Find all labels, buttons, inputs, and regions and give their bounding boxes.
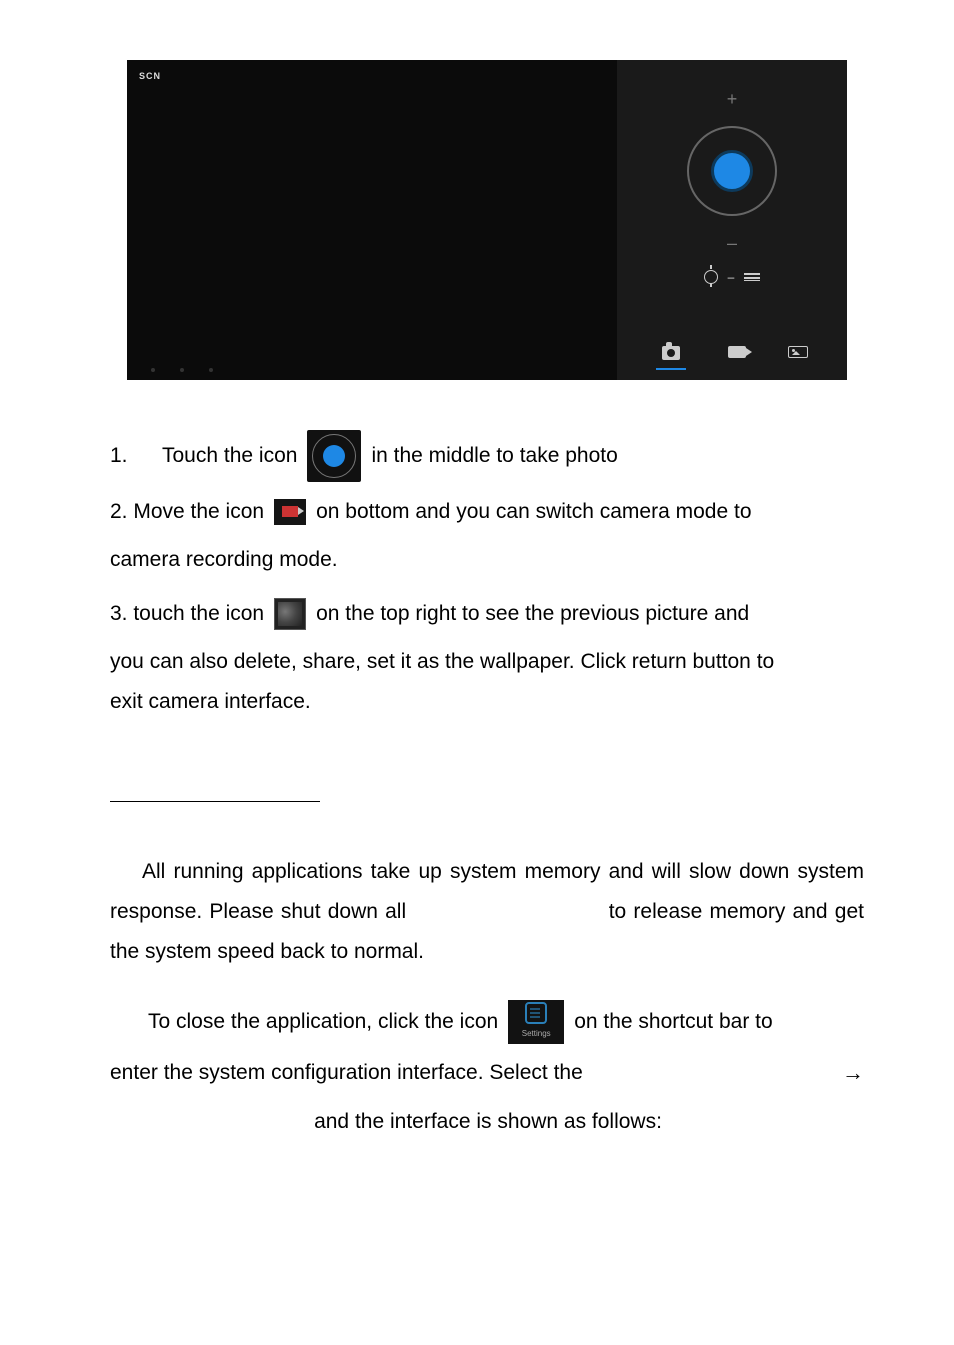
p2-d-hidden: Running — [230, 1110, 308, 1133]
video-mode-icon — [274, 499, 306, 525]
list-number: 1. — [110, 436, 138, 476]
tab-camera[interactable] — [656, 346, 686, 370]
p2-e: and the interface is shown as follows: — [314, 1110, 662, 1133]
scn-badge: SCN — [139, 68, 161, 85]
p2-b: on the shortcut bar to — [574, 1002, 772, 1042]
settings-icon: Settings — [508, 1000, 564, 1044]
brightness-row: – — [704, 266, 761, 289]
shutter-icon — [307, 430, 361, 482]
instruction-2-text-b: on bottom and you can switch camera mode… — [316, 492, 751, 532]
instruction-3-text-d: exit camera interface. — [110, 682, 864, 722]
zoom-in-icon[interactable]: + — [727, 90, 738, 108]
p1-b-hidden: running applications — [413, 900, 601, 923]
brightness-dash: – — [728, 266, 735, 289]
p2-a: To close the application, click the icon — [148, 1002, 498, 1042]
gallery-thumbnail-icon — [274, 598, 306, 630]
instruction-2-text-a: 2. Move the icon — [110, 492, 264, 532]
arrow-right-icon: → — [842, 1052, 864, 1094]
instruction-1: 1. Touch the icon in the middle to take … — [110, 430, 864, 482]
camera-icon — [662, 346, 680, 360]
instruction-3-text-b: on the top right to see the previous pic… — [316, 594, 749, 634]
tab-panorama[interactable] — [788, 346, 808, 370]
camera-screenshot: SCN + – – — [127, 60, 847, 380]
settings-icon-label: Settings — [522, 1026, 551, 1041]
p1-a: All running applications take up system … — [142, 860, 789, 883]
tab-video[interactable] — [728, 346, 746, 370]
zoom-out-icon[interactable]: – — [727, 234, 737, 252]
panorama-icon — [788, 346, 808, 358]
zoom-control: + – — [687, 90, 777, 252]
shutter-ring[interactable] — [687, 126, 777, 216]
close-app-p1: All running applications take up system … — [110, 852, 864, 972]
close-app-p2: To close the application, click the icon… — [110, 1000, 864, 1142]
sliders-icon[interactable] — [744, 270, 760, 284]
camera-viewfinder-area: SCN — [127, 60, 617, 380]
pager-dots — [151, 368, 213, 372]
instruction-3: 3. touch the icon on the top right to se… — [110, 594, 864, 722]
p1-c: to release — [609, 900, 703, 923]
shutter-button[interactable] — [711, 150, 753, 192]
p2-c-hidden: Application — [587, 1061, 690, 1084]
video-icon — [728, 346, 746, 358]
sun-icon — [704, 270, 718, 284]
p2-c: enter the system configuration interface… — [110, 1061, 583, 1084]
hidden-heading: Close the application — [110, 772, 864, 812]
instruction-3-text-c: you can also delete, share, set it as th… — [110, 642, 864, 682]
instruction-1-text-a: Touch the icon — [162, 436, 297, 476]
instruction-2-text-c: camera recording mode. — [110, 540, 864, 580]
instruction-2: 2. Move the icon on bottom and you can s… — [110, 492, 864, 580]
instruction-3-text-a: 3. touch the icon — [110, 594, 264, 634]
mode-tabs — [617, 346, 847, 370]
camera-controls-panel: + – – — [617, 60, 847, 380]
instruction-1-text-b: in the middle to take photo — [371, 436, 617, 476]
